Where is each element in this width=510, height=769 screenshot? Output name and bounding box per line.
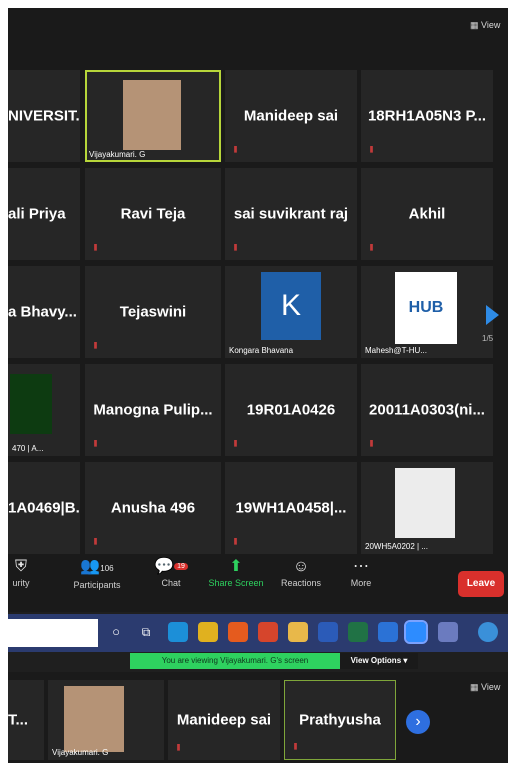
- grid-icon: ▦: [470, 20, 479, 30]
- next-page-button[interactable]: [486, 305, 499, 325]
- participant-tile[interactable]: 20011A0303(ni...: [361, 364, 493, 456]
- muted-mic-icon: [370, 146, 373, 153]
- participants-button[interactable]: 👥106 Participants: [66, 556, 128, 590]
- muted-mic-icon: [294, 743, 297, 750]
- chevron-right-icon: [486, 305, 499, 325]
- chat-icon: 💬 19: [153, 556, 189, 578]
- muted-mic-icon: [234, 538, 237, 545]
- muted-mic-icon: [94, 440, 97, 447]
- share-screen-icon: ⬆: [229, 558, 243, 575]
- participant-tile[interactable]: Akhil: [361, 168, 493, 260]
- avatar: K: [261, 272, 321, 340]
- excel-icon[interactable]: [348, 622, 368, 642]
- logo-image: HUB: [395, 272, 457, 344]
- participant-tile[interactable]: Manideep sai: [168, 680, 280, 760]
- participant-tile-video[interactable]: 470 | A...: [8, 364, 80, 456]
- reactions-button[interactable]: ☺ Reactions: [276, 556, 326, 588]
- participant-tile[interactable]: Tejaswini: [85, 266, 221, 358]
- chevron-right-icon: ›: [415, 713, 421, 730]
- muted-mic-icon: [177, 744, 180, 751]
- participant-video: [10, 374, 52, 434]
- muted-mic-icon: [370, 440, 373, 447]
- participant-tile[interactable]: Anusha 496: [85, 462, 221, 554]
- word-icon[interactable]: [318, 622, 338, 642]
- windows-taskbar: ○ ⧉: [8, 614, 508, 652]
- muted-mic-icon: [94, 538, 97, 545]
- bluetooth-icon[interactable]: [378, 622, 398, 642]
- view-button[interactable]: ▦ View: [470, 682, 500, 693]
- participant-tile[interactable]: NIVERSIT...: [8, 70, 80, 162]
- participant-picture: [395, 468, 455, 538]
- participant-video: [123, 80, 181, 150]
- chevron-down-icon: ▾: [403, 656, 408, 665]
- meeting-toolbar: ⛨ urity 👥106 Participants 💬 19 Chat ⬆ Sha…: [8, 556, 508, 612]
- zoom-window: ▦ View NIVERSIT... Vijayakumari. G Manid…: [8, 8, 508, 763]
- view-button[interactable]: ▦ View: [470, 20, 500, 31]
- muted-mic-icon: [94, 342, 97, 349]
- muted-mic-icon: [234, 146, 237, 153]
- participant-tile[interactable]: HUB Mahesh@T-HU...: [361, 266, 493, 358]
- taskbar-search[interactable]: [8, 619, 98, 647]
- participant-tile[interactable]: 1A0469|B...: [8, 462, 80, 554]
- grid-icon: ▦: [470, 682, 479, 692]
- participant-tile[interactable]: ali Priya: [8, 168, 80, 260]
- muted-mic-icon: [94, 244, 97, 251]
- firefox-icon[interactable]: [228, 622, 248, 642]
- page-indicator: 1/5: [482, 334, 494, 343]
- zoom-icon[interactable]: [404, 620, 428, 644]
- folder-icon[interactable]: [288, 622, 308, 642]
- bottom-gallery: ▦ View T... Vijayakumari. G Manideep sai…: [8, 672, 508, 763]
- security-button[interactable]: ⛨ urity: [8, 556, 34, 588]
- participant-tile[interactable]: 18RH1A05N3 P...: [361, 70, 493, 162]
- participant-tile[interactable]: sai suvikrant raj: [225, 168, 357, 260]
- task-view-icon[interactable]: ⧉: [136, 622, 156, 642]
- app-icon[interactable]: [438, 622, 458, 642]
- participant-tile[interactable]: 19WH1A0458|...: [225, 462, 357, 554]
- participant-tile-video[interactable]: Vijayakumari. G: [48, 680, 164, 760]
- participant-tile[interactable]: T...: [8, 680, 44, 760]
- edge-icon[interactable]: [168, 622, 188, 642]
- people-icon: 👥106: [80, 558, 114, 575]
- chrome-icon[interactable]: [198, 622, 218, 642]
- participant-tile[interactable]: Manogna Pulip...: [85, 364, 221, 456]
- shield-icon: ⛨: [14, 558, 27, 575]
- participant-tile[interactable]: K Kongara Bhavana: [225, 266, 357, 358]
- muted-mic-icon: [234, 440, 237, 447]
- smile-icon: ☺: [292, 558, 310, 575]
- leave-button[interactable]: Leave: [458, 571, 504, 597]
- participant-tile[interactable]: 19R01A0426: [225, 364, 357, 456]
- participant-tile-video[interactable]: Vijayakumari. G: [85, 70, 221, 162]
- participant-tile[interactable]: 20WH5A0202 | ...: [361, 462, 493, 554]
- more-button[interactable]: ⋯ More: [343, 556, 379, 588]
- sharing-banner: You are viewing Vijayakumari. G's screen: [130, 653, 340, 669]
- view-options-button[interactable]: View Options ▾: [340, 653, 418, 669]
- muted-mic-icon: [234, 244, 237, 251]
- participant-tile[interactable]: Prathyusha: [284, 680, 396, 760]
- participant-video: [64, 686, 124, 752]
- participant-tile[interactable]: Manideep sai: [225, 70, 357, 162]
- ellipsis-icon: ⋯: [353, 558, 369, 575]
- participant-tile[interactable]: Ravi Teja: [85, 168, 221, 260]
- app-icon[interactable]: [258, 622, 278, 642]
- share-screen-button[interactable]: ⬆ Share Screen: [206, 556, 266, 588]
- chat-button[interactable]: 💬 19 Chat: [153, 556, 189, 588]
- participant-tile[interactable]: a Bhavy...: [8, 266, 80, 358]
- circle-icon[interactable]: ○: [106, 622, 126, 642]
- cloud-icon[interactable]: [478, 622, 498, 642]
- next-page-button[interactable]: ›: [406, 710, 430, 734]
- muted-mic-icon: [370, 244, 373, 251]
